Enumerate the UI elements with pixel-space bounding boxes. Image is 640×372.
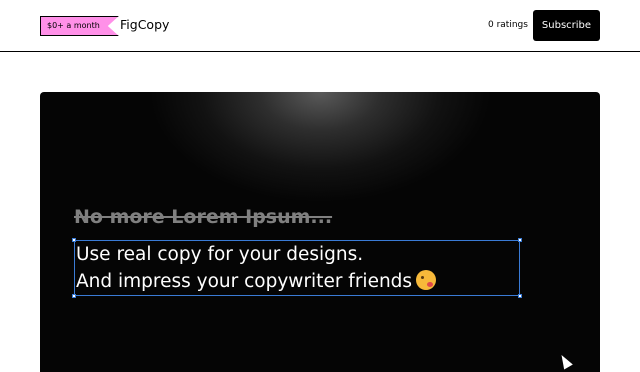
- subscribe-button[interactable]: Subscribe: [533, 10, 600, 41]
- mouse-cursor-icon: [557, 352, 573, 370]
- strikethrough-heading: No more Lorem Ipsum...: [74, 206, 333, 228]
- copy-line-1: Use real copy for your designs.: [76, 244, 364, 265]
- text-selection-box: Use real copy for your designs. And impr…: [72, 238, 522, 298]
- ratings-count[interactable]: 0 ratings: [488, 20, 528, 30]
- kissing-face-emoji-icon: [416, 270, 437, 290]
- selection-handle-top-right: [518, 238, 522, 242]
- header: $0+ a month FigCopy 0 ratings Subscribe: [0, 0, 640, 52]
- product-name[interactable]: FigCopy: [120, 17, 169, 32]
- product-cover-image: No more Lorem Ipsum... Use real copy for…: [40, 92, 600, 372]
- price-badge: $0+ a month: [40, 16, 119, 36]
- selection-handle-bottom-right: [518, 294, 522, 298]
- copy-line-2: And impress your copywriter friends: [76, 269, 437, 295]
